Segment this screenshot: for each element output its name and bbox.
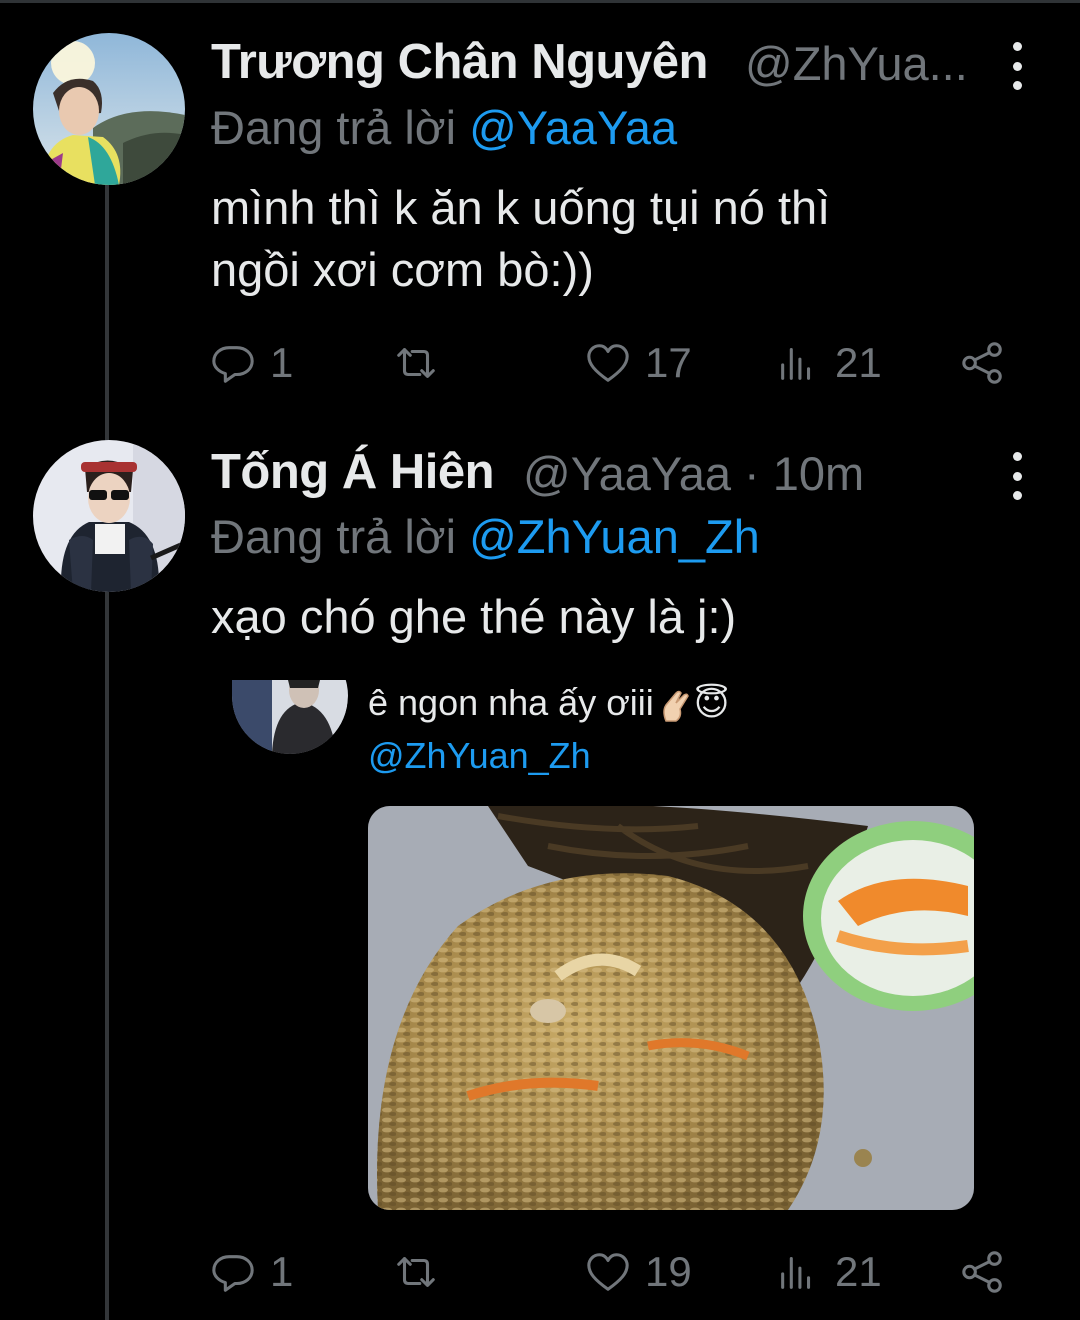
views-count: 21 xyxy=(835,1248,882,1295)
tweet-text: mình thì k ăn k uống tụi nó thì ngồi xơi… xyxy=(211,177,830,301)
reply-count: 1 xyxy=(270,339,294,386)
reply-count: 1 xyxy=(270,1248,294,1295)
like-icon xyxy=(587,1253,629,1291)
replying-to: Đang trả lời @YaaYaa xyxy=(211,100,677,155)
handle[interactable]: @YaaYaa · 10m xyxy=(523,446,864,501)
tweet-text-line: ngồi xơi cơm bò:)) xyxy=(211,243,594,296)
share-icon xyxy=(962,1251,1002,1293)
reply-icon xyxy=(212,346,254,383)
reply-icon xyxy=(212,1255,254,1292)
display-name[interactable]: Tống Á Hiên xyxy=(211,444,495,500)
views-icon xyxy=(781,1257,811,1289)
thread-connector-line xyxy=(105,185,109,1320)
quoted-avatar[interactable] xyxy=(232,680,348,754)
views-icon xyxy=(781,348,811,380)
reply-button[interactable]: 1 xyxy=(210,333,293,393)
tweet-actions: 1 17 21 xyxy=(210,333,1010,393)
fried-rice-photo xyxy=(368,806,974,1210)
replying-prefix: Đang trả lời xyxy=(211,510,457,563)
quoted-avatar-photo xyxy=(232,680,348,754)
more-vertical-icon[interactable] xyxy=(1007,452,1027,500)
replying-prefix: Đang trả lời xyxy=(211,101,457,154)
avatar-photo xyxy=(33,440,185,592)
retweet-button[interactable] xyxy=(393,1242,453,1302)
like-icon xyxy=(587,344,629,382)
like-count: 17 xyxy=(645,339,692,386)
top-divider xyxy=(0,0,1080,3)
views-button[interactable]: 21 xyxy=(775,1242,882,1302)
avatar[interactable] xyxy=(33,33,185,185)
like-count: 19 xyxy=(645,1248,692,1295)
replying-to: Đang trả lời @ZhYuan_Zh xyxy=(211,509,760,564)
tweet-text-line: xạo chó ghe thé này là j:) xyxy=(211,590,737,643)
more-vertical-icon[interactable] xyxy=(1007,42,1027,90)
halo-smile-emoji: 😇 xyxy=(693,685,730,723)
display-name[interactable]: Trương Chân Nguyên xyxy=(211,34,708,90)
tweet-image[interactable] xyxy=(368,806,974,1210)
retweet-icon xyxy=(397,1257,435,1287)
reply-button[interactable]: 1 xyxy=(210,1242,293,1302)
quoted-text: ê ngon nha ấy ơiii 😇 xyxy=(368,682,729,725)
tweet-text: xạo chó ghe thé này là j:) xyxy=(211,586,736,648)
quoted-mention[interactable]: @ZhYuan_Zh xyxy=(368,735,591,777)
quoted-text-content: ê ngon nha ấy ơiii xyxy=(368,682,654,723)
replying-mention[interactable]: @YaaYaa xyxy=(469,101,677,154)
retweet-icon xyxy=(397,348,435,378)
handle[interactable]: @ZhYua... xyxy=(745,36,968,91)
retweet-button[interactable] xyxy=(393,333,453,393)
tweet-actions: 1 19 21 xyxy=(210,1242,1010,1302)
tweet-text-line: mình thì k ăn k uống tụi nó thì xyxy=(211,181,831,234)
avatar-photo xyxy=(33,33,185,185)
like-button[interactable]: 19 xyxy=(585,1242,692,1302)
replying-mention[interactable]: @ZhYuan_Zh xyxy=(469,510,760,563)
avatar[interactable] xyxy=(33,440,185,592)
share-icon xyxy=(962,342,1002,384)
share-button[interactable] xyxy=(960,1242,1006,1302)
like-button[interactable]: 17 xyxy=(585,333,692,393)
views-button[interactable]: 21 xyxy=(775,333,882,393)
views-count: 21 xyxy=(835,339,882,386)
crossed-fingers-icon xyxy=(663,691,689,723)
share-button[interactable] xyxy=(960,333,1006,393)
